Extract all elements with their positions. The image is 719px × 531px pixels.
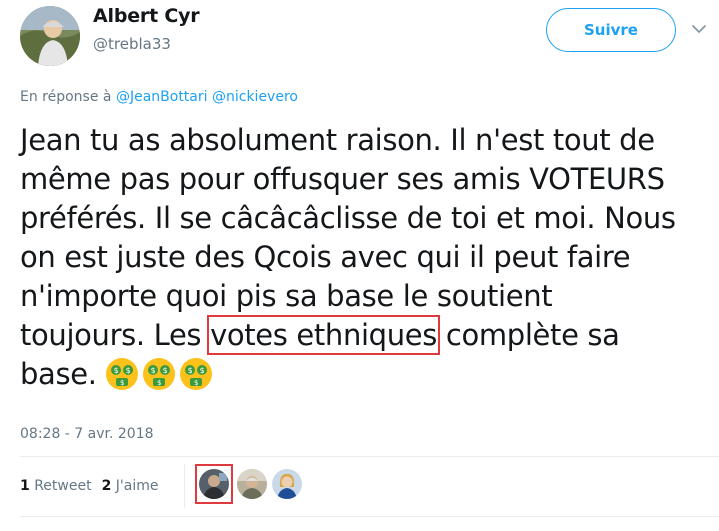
user-handle[interactable]: @trebla33	[93, 35, 171, 53]
divider	[20, 456, 719, 457]
money-mouth-face-icon: $ $ $	[142, 357, 176, 391]
retweets-stat[interactable]: 1 Retweet	[20, 478, 92, 494]
retweets-label: Retweet	[34, 478, 92, 494]
liker-avatar[interactable]	[199, 469, 229, 499]
tweet-text: Jean tu as absolument raison. Il n'est t…	[20, 121, 719, 394]
tweet-line: on est juste des Qcois avec qui il peut …	[20, 240, 631, 274]
highlighted-phrase: votes ethniques	[207, 315, 441, 355]
tweet-line: Jean tu as absolument raison. Il n'est t…	[20, 123, 655, 157]
user-name[interactable]: Albert Cyr	[93, 5, 200, 27]
liker-avatar[interactable]	[237, 469, 267, 499]
svg-text:$: $	[120, 379, 124, 387]
svg-text:$: $	[114, 366, 119, 375]
tweet-line-last: base.	[20, 357, 97, 391]
tweet-line-end: complète sa	[437, 318, 620, 352]
tweet-line: préférés. Il se câcâcâclisse de toi et m…	[20, 201, 676, 235]
retweets-count: 1	[20, 478, 30, 494]
likes-label: J'aime	[115, 478, 159, 494]
divider	[184, 464, 185, 508]
svg-text:$: $	[194, 379, 198, 387]
money-mouth-face-icon: $ $ $	[105, 357, 139, 391]
tweet-line-start: toujours. Les	[20, 318, 211, 352]
follow-button[interactable]: Suivre	[546, 8, 676, 52]
likes-count: 2	[101, 478, 112, 494]
tweet-line: toujours. Les votes ethniques complète s…	[20, 315, 719, 355]
reply-context: En réponse à @JeanBottari @nickievero	[20, 89, 298, 105]
svg-text:$: $	[151, 366, 156, 375]
svg-text:$: $	[163, 366, 168, 375]
mention-link[interactable]: @nickievero	[212, 89, 298, 105]
svg-text:$: $	[188, 366, 193, 375]
tweet-timestamp[interactable]: 08:28 - 7 avr. 2018	[20, 426, 154, 442]
svg-text:$: $	[126, 366, 131, 375]
tweet-stats: 1 Retweet 2 J'aime	[20, 478, 158, 494]
money-mouth-face-icon: $ $ $	[179, 357, 213, 391]
chevron-down-icon[interactable]	[690, 20, 708, 38]
divider	[20, 516, 719, 517]
avatar[interactable]	[20, 6, 80, 66]
mention-link[interactable]: @JeanBottari	[116, 89, 208, 105]
svg-text:$: $	[157, 379, 161, 387]
reply-prefix: En réponse à	[20, 89, 112, 105]
liker-avatar[interactable]	[272, 469, 302, 499]
likes-stat[interactable]: 2 J'aime	[102, 478, 159, 494]
svg-text:$: $	[200, 366, 205, 375]
tweet-line: base. $ $ $ $ $ $ $ $ $	[20, 355, 719, 394]
tweet-line: même pas pour offusquer ses amis VOTEURS	[20, 162, 665, 196]
tweet-line: n'importe quoi pis sa base le soutient	[20, 279, 553, 313]
